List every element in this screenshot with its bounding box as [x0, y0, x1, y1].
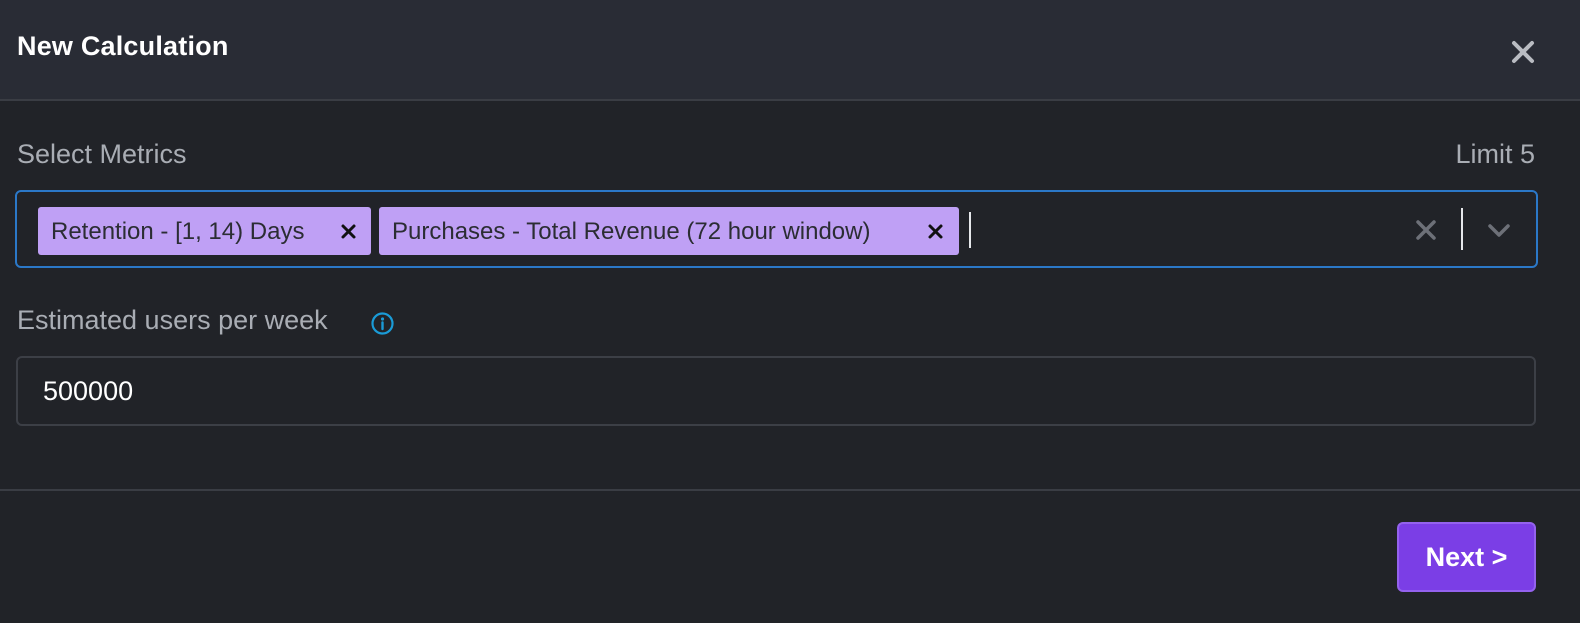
estimated-users-input[interactable] [16, 356, 1536, 426]
chip-label: Retention - [1, 14) Days [51, 218, 305, 245]
text-cursor [969, 212, 971, 248]
modal-title: New Calculation [17, 31, 229, 61]
chevron-down-icon[interactable] [1485, 216, 1513, 244]
selected-metric-chip: Purchases - Total Revenue (72 hour windo… [379, 207, 959, 255]
estimated-users-label: Estimated users per week [17, 305, 328, 335]
modal-header: New Calculation [0, 0, 1580, 101]
chip-label: Purchases - Total Revenue (72 hour windo… [392, 218, 871, 245]
close-icon[interactable] [1508, 37, 1538, 67]
selected-metric-chip: Retention - [1, 14) Days [38, 207, 371, 255]
close-icon[interactable] [1413, 217, 1439, 243]
select-metrics-label: Select Metrics [17, 139, 187, 169]
close-icon[interactable] [338, 219, 360, 243]
new-calculation-modal: New Calculation Select Metrics Limit 5 R… [0, 0, 1580, 623]
info-icon[interactable] [370, 311, 395, 336]
indicator-separator [1461, 208, 1463, 250]
close-icon[interactable] [925, 219, 947, 243]
next-button[interactable]: Next > [1397, 522, 1536, 592]
footer-divider [0, 489, 1580, 491]
limit-label: Limit 5 [1455, 139, 1535, 169]
metrics-multiselect[interactable]: Retention - [1, 14) Days Purchases - Tot… [15, 190, 1538, 268]
